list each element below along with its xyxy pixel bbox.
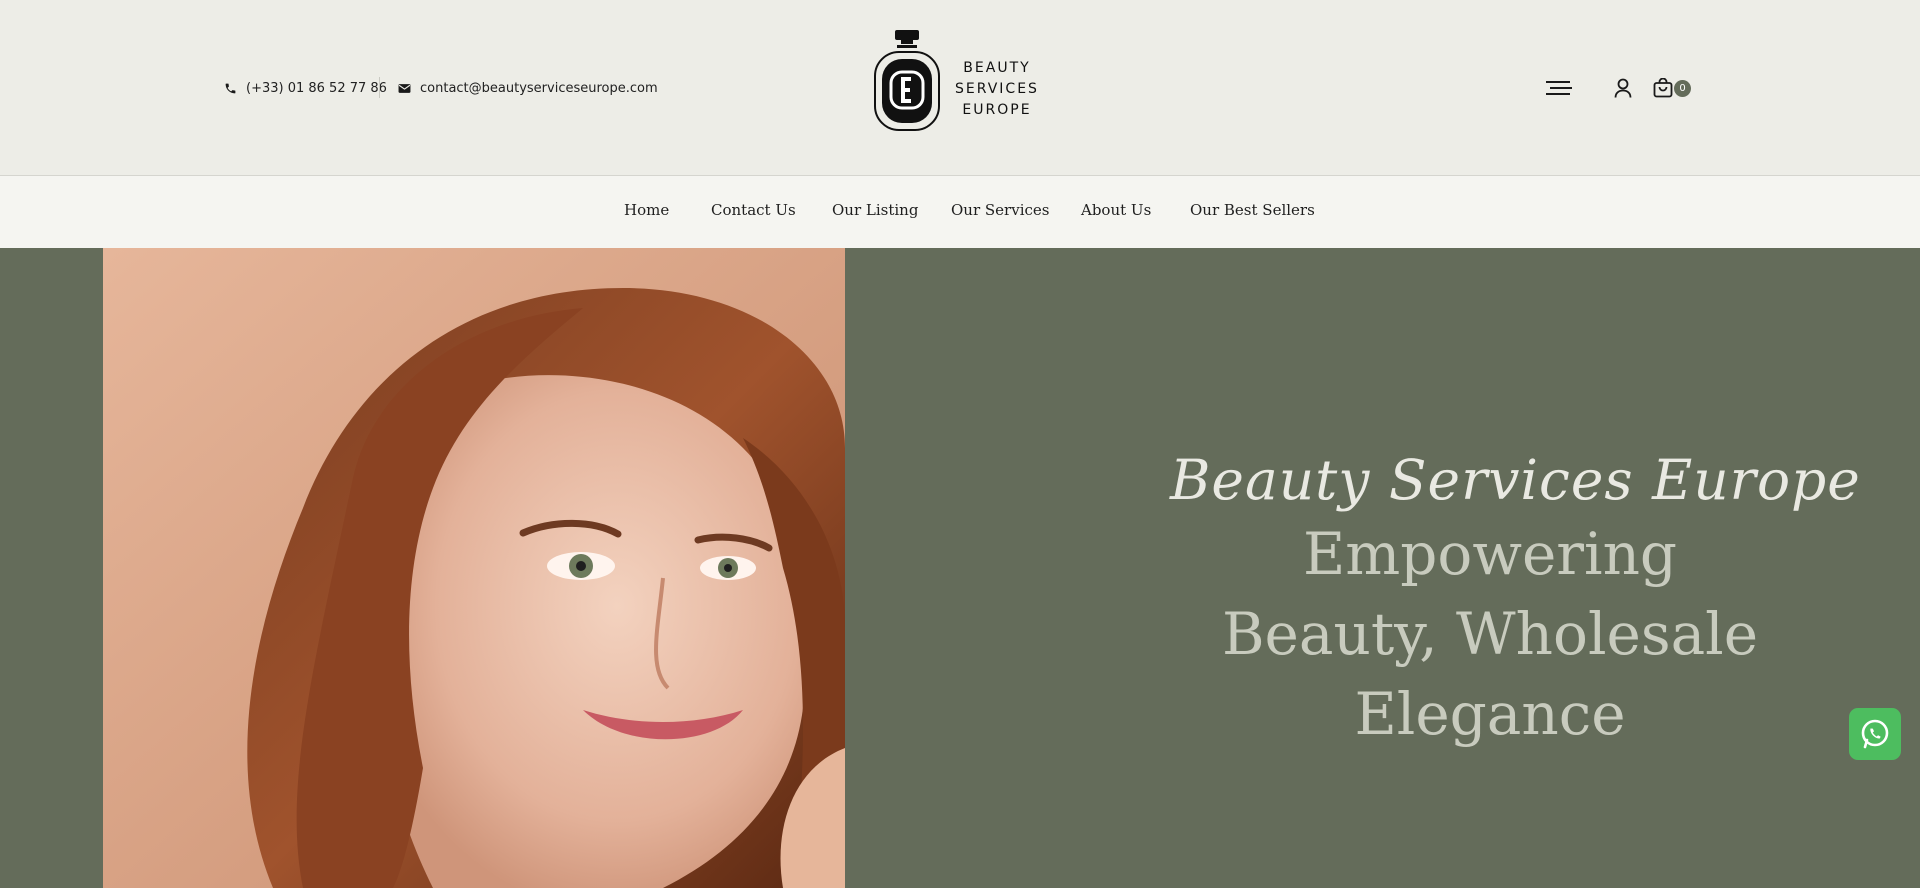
nav-item-our-best-sellers[interactable]: Our Best Sellers — [1190, 201, 1315, 219]
nav-item-contact-us[interactable]: Contact Us — [711, 201, 796, 219]
cart-button[interactable] — [1651, 76, 1675, 100]
account-button[interactable] — [1612, 76, 1634, 100]
logo-line: SERVICES — [955, 81, 1039, 97]
menu-button[interactable] — [1546, 76, 1572, 100]
hero-headline-line: Beauty, Wholesale — [1221, 600, 1759, 668]
logo-line: BEAUTY — [963, 60, 1031, 76]
email-link[interactable]: contact@beautyserviceseurope.com — [398, 80, 658, 96]
hero-headline-line: Elegance — [1354, 680, 1626, 748]
contact-divider — [379, 77, 380, 98]
shopping-bag-icon — [1653, 78, 1673, 98]
whatsapp-icon — [1861, 719, 1889, 749]
hero-headline-line: Empowering — [1302, 520, 1678, 588]
user-icon — [1614, 78, 1632, 98]
logo-line: EUROPE — [962, 102, 1032, 118]
menu-icon — [1546, 81, 1572, 95]
logo-wordmark: BEAUTY SERVICES EUROPE — [944, 58, 1050, 121]
hero-headline: Empowering Beauty, Wholesale Elegance — [1170, 514, 1810, 754]
nav-item-our-listing[interactable]: Our Listing — [832, 201, 918, 219]
nav-item-home[interactable]: Home — [624, 201, 669, 219]
hero-model-photo — [103, 248, 845, 888]
site-logo[interactable]: BEAUTY SERVICES EUROPE — [872, 28, 1052, 132]
envelope-icon — [398, 83, 411, 93]
nav-item-our-services[interactable]: Our Services — [951, 201, 1049, 219]
phone-number: (+33) 01 86 52 77 86 — [246, 80, 387, 96]
site-header: (+33) 01 86 52 77 86 contact@beautyservi… — [0, 0, 1920, 175]
hero-text-block: Beauty Services Europe Empowering Beauty… — [1170, 448, 1861, 754]
phone-icon — [225, 83, 236, 93]
hero-script-title: Beauty Services Europe — [1170, 448, 1861, 512]
woman-portrait-image — [103, 248, 845, 888]
whatsapp-chat-button[interactable] — [1849, 708, 1901, 760]
phone-link[interactable]: (+33) 01 86 52 77 86 — [224, 80, 387, 96]
email-address: contact@beautyserviceseurope.com — [420, 80, 658, 96]
hero-banner: Beauty Services Europe Empowering Beauty… — [0, 248, 1920, 888]
nav-item-about-us[interactable]: About Us — [1081, 201, 1151, 219]
main-navigation: Home Contact Us Our Listing Our Services… — [0, 176, 1920, 248]
perfume-bottle-logo-icon — [874, 30, 940, 131]
cart-count-badge: 0 — [1674, 80, 1691, 97]
